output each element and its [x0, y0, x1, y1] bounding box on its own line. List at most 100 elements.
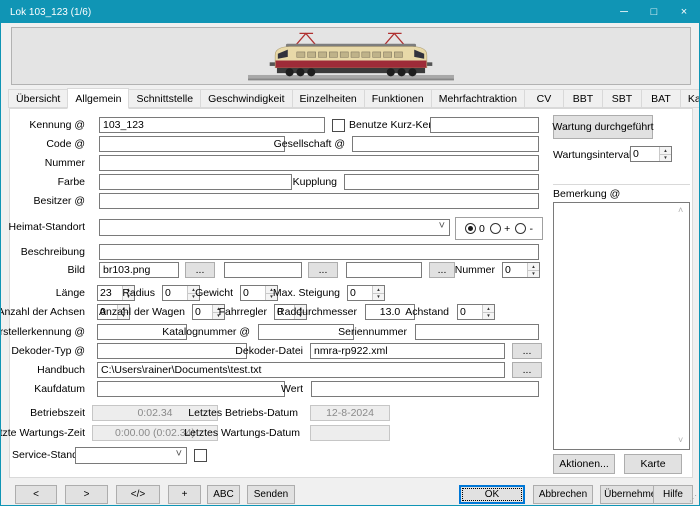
dekoder-typ-input[interactable]: [97, 343, 247, 359]
fahrregler-label: Fahrregler: [219, 306, 267, 319]
radius-input[interactable]: [163, 286, 187, 300]
besitzer-input[interactable]: [99, 193, 539, 209]
abbrechen-button[interactable]: Abbrechen: [533, 485, 593, 504]
tab-kalibrieren[interactable]: Kalibrieren: [680, 89, 700, 108]
spinner-up-icon[interactable]: [528, 263, 539, 271]
spinner-down-icon[interactable]: [483, 313, 494, 320]
spinner-arrows[interactable]: [482, 305, 494, 319]
bild-nummer-input[interactable]: [503, 263, 527, 277]
wartungsintervall-input[interactable]: [631, 147, 659, 161]
spinner-up-icon[interactable]: [373, 286, 384, 294]
tab-allgemein[interactable]: Allgemein: [67, 88, 129, 109]
radio-plus[interactable]: +: [490, 223, 510, 235]
tab-schnittstelle[interactable]: Schnittstelle: [128, 89, 201, 108]
letztes-wartungs-datum-label: Letztes Wartungs-Datum: [184, 427, 300, 440]
window-controls: ─ □ ×: [609, 1, 699, 23]
kurz-kennung-input[interactable]: [430, 117, 539, 133]
nummer-input[interactable]: [99, 155, 539, 171]
tab-funktionen[interactable]: Funktionen: [364, 89, 432, 108]
spinner-up-icon[interactable]: [483, 305, 494, 313]
beschreibung-input[interactable]: [99, 244, 539, 260]
radio-plus-dot: [490, 223, 501, 234]
maximize-icon[interactable]: □: [639, 1, 669, 23]
bild-file3-input[interactable]: [346, 262, 422, 278]
abc-button[interactable]: ABC: [207, 485, 240, 504]
achstand-spinner: [457, 304, 495, 320]
handbuch-input[interactable]: [97, 362, 505, 378]
service-standort-checkbox[interactable]: [194, 449, 207, 462]
spinner-arrows[interactable]: [527, 263, 539, 277]
next-button[interactable]: >: [65, 485, 108, 504]
radio-minus-dot: [515, 223, 526, 234]
wert-input[interactable]: [311, 381, 539, 397]
radio-0[interactable]: 0: [465, 223, 485, 235]
bild-file2-input[interactable]: [224, 262, 302, 278]
dekoder-datei-browse-button[interactable]: ...: [512, 343, 542, 359]
spinner-up-icon[interactable]: [660, 147, 671, 155]
tab-cv[interactable]: CV: [524, 89, 564, 108]
laenge-label: Länge: [56, 287, 85, 300]
bild-file1-input[interactable]: [99, 262, 179, 278]
farbe-input[interactable]: [99, 174, 292, 190]
bild-browse3-button[interactable]: ...: [429, 262, 455, 278]
scroll-up-icon[interactable]: ˄: [678, 206, 683, 215]
dekoder-datei-input[interactable]: [310, 343, 505, 359]
heimat-standort-combobox[interactable]: [99, 219, 450, 236]
tab-page-allgemein: Kennung @ Benutze Kurz-Kennung Code @ Ge…: [9, 108, 693, 478]
bild-label: Bild: [67, 264, 85, 277]
handbuch-browse-button[interactable]: ...: [512, 362, 542, 378]
code-input[interactable]: [99, 136, 285, 152]
achstand-input[interactable]: [458, 305, 482, 319]
tab-geschwindigkeit[interactable]: Geschwindigkeit: [200, 89, 292, 108]
bild-browse1-button[interactable]: ...: [185, 262, 215, 278]
senden-button[interactable]: Senden: [247, 485, 295, 504]
tab-bat[interactable]: BAT: [641, 89, 681, 108]
spinner-arrows[interactable]: [659, 147, 671, 161]
kennung-input[interactable]: [99, 117, 325, 133]
spinner-down-icon[interactable]: [373, 294, 384, 301]
heimat-standort-label: Heimat-Standort: [9, 221, 85, 234]
karte-button[interactable]: Karte: [624, 454, 682, 474]
bild-nummer-label: Nummer: [455, 264, 495, 277]
spinner-down-icon[interactable]: [660, 155, 671, 162]
resize-grip-icon[interactable]: ⋰: [689, 495, 697, 503]
radio-minus[interactable]: -: [515, 223, 533, 235]
hilfe-button[interactable]: Hilfe: [653, 485, 693, 504]
kurz-kennung-checkbox[interactable]: [332, 119, 345, 132]
bemerkung-label: Bemerkung @: [553, 188, 620, 201]
seriennummer-input[interactable]: [415, 324, 539, 340]
close-icon[interactable]: ×: [669, 1, 699, 23]
anzahl-wagen-label: Anzahl der Wagen: [99, 306, 185, 319]
letztes-wartungs-datum-value: [310, 425, 390, 441]
tab-uebersicht[interactable]: Übersicht: [8, 89, 68, 108]
plus-button[interactable]: +: [168, 485, 201, 504]
gesellschaft-input[interactable]: [352, 136, 539, 152]
dekoder-typ-label: Dekoder-Typ @: [11, 345, 85, 358]
wartung-durchgefuehrt-button[interactable]: Wartung durchgeführt: [553, 115, 653, 139]
bemerkung-textarea[interactable]: [553, 202, 690, 450]
scroll-down-icon[interactable]: ˅: [678, 436, 683, 445]
locomotive-preview-panel: [11, 27, 691, 85]
raddurchmesser-label: Raddurchmesser: [277, 306, 357, 319]
prev-button[interactable]: <: [15, 485, 57, 504]
tab-sbt[interactable]: SBT: [602, 89, 642, 108]
ok-button[interactable]: OK: [459, 485, 525, 504]
gewicht-input[interactable]: [241, 286, 265, 300]
aktionen-button[interactable]: Aktionen...: [553, 454, 615, 474]
kupplung-input[interactable]: [344, 174, 539, 190]
anzahl-wagen-input[interactable]: [193, 305, 212, 319]
spinner-arrows[interactable]: [372, 286, 384, 300]
code-toggle-button[interactable]: </>: [116, 485, 160, 504]
service-standort-combobox[interactable]: [75, 447, 187, 464]
spinner-down-icon[interactable]: [528, 271, 539, 278]
herstellerkennung-label: Herstellerkennung @: [0, 326, 85, 339]
minimize-icon[interactable]: ─: [609, 1, 639, 23]
tab-mehrfachtraktion[interactable]: Mehrfachtraktion: [431, 89, 525, 108]
laenge-input[interactable]: [98, 286, 122, 300]
kaufdatum-input[interactable]: [97, 381, 285, 397]
bild-browse2-button[interactable]: ...: [308, 262, 338, 278]
tab-einzelheiten[interactable]: Einzelheiten: [292, 89, 365, 108]
tab-bbt[interactable]: BBT: [563, 89, 603, 108]
kennung-label: Kennung @: [29, 119, 85, 132]
max-steigung-input[interactable]: [348, 286, 372, 300]
